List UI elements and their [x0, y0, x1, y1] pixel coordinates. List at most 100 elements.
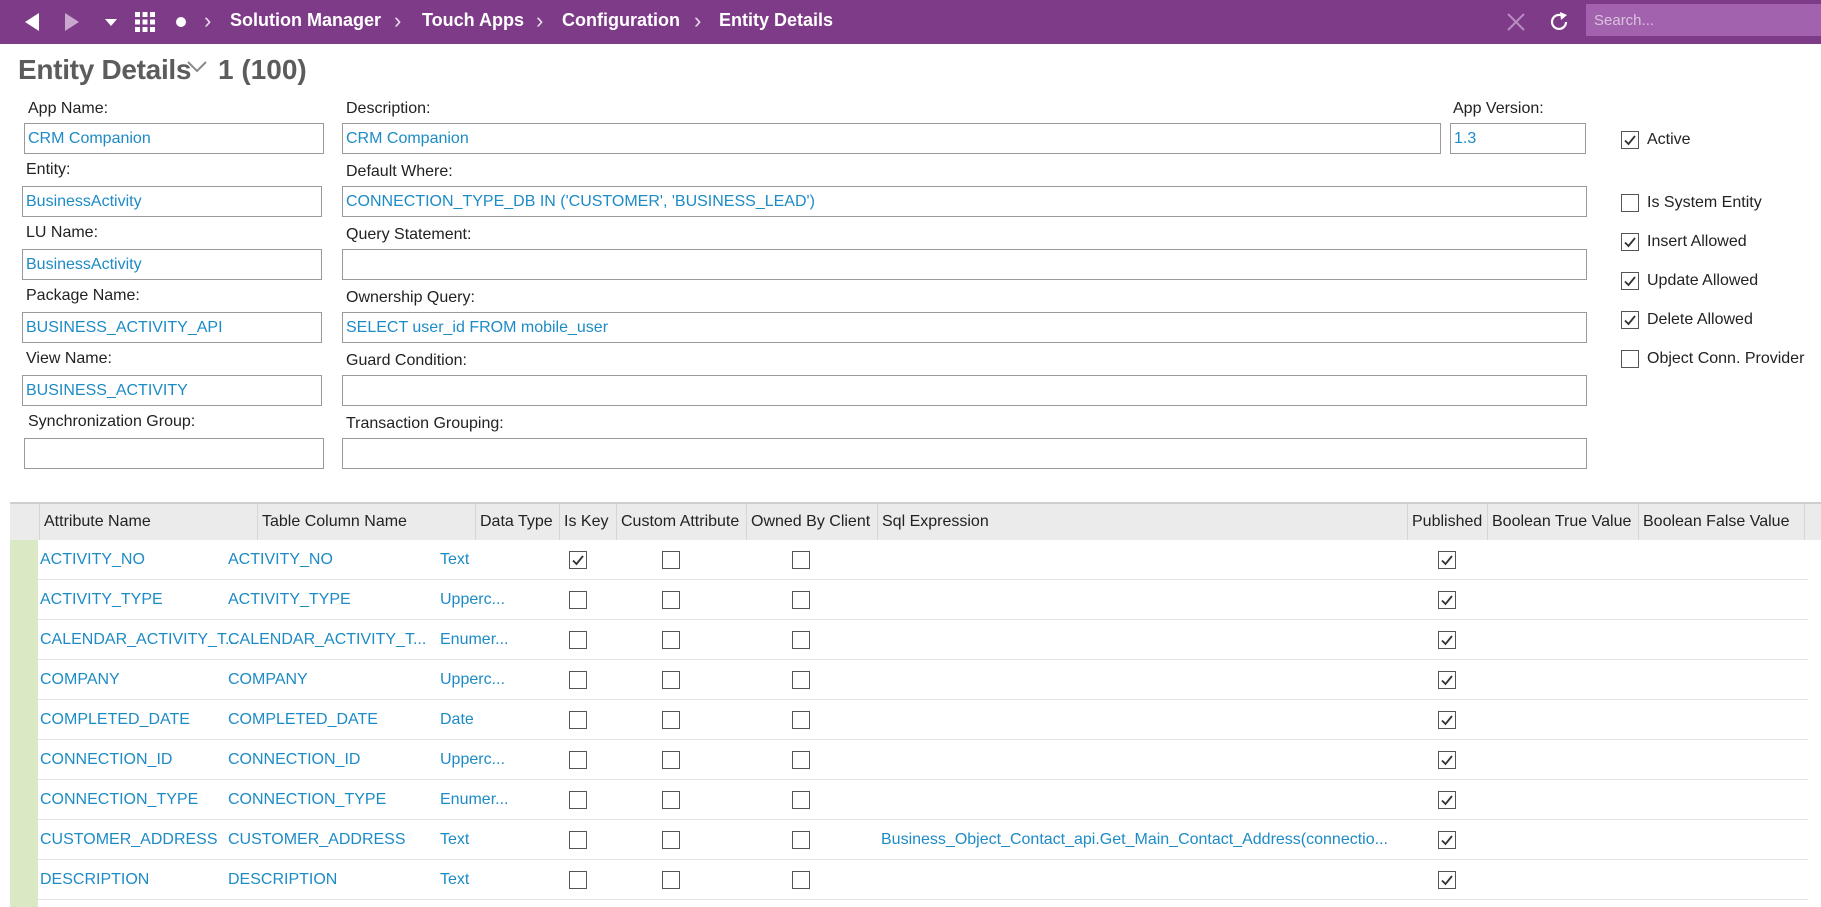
breadcrumb-touch-apps[interactable]: Touch Apps — [422, 10, 524, 31]
published-checkbox[interactable] — [1438, 671, 1456, 689]
published-checkbox[interactable] — [1438, 551, 1456, 569]
app-version-field[interactable]: 1.3 — [1450, 123, 1586, 154]
published-checkbox[interactable] — [1438, 871, 1456, 889]
insert-allowed-checkbox[interactable] — [1621, 233, 1639, 251]
is-key-checkbox[interactable] — [569, 871, 587, 889]
cell-sql-expression — [881, 700, 1401, 739]
table-row[interactable]: CONNECTION_TYPE CONNECTION_TYPE Enumer... — [38, 780, 1808, 820]
custom-attribute-checkbox[interactable] — [662, 711, 680, 729]
history-dropdown-icon[interactable] — [100, 0, 122, 44]
cell-sql-expression — [881, 860, 1401, 899]
is-key-checkbox[interactable] — [569, 791, 587, 809]
row-selector-header[interactable] — [10, 504, 40, 540]
custom-attribute-checkbox[interactable] — [662, 671, 680, 689]
column-header-sql-expression[interactable]: Sql Expression — [878, 504, 1408, 540]
owned-by-client-checkbox[interactable] — [792, 871, 810, 889]
is-key-checkbox[interactable] — [569, 711, 587, 729]
owned-by-client-checkbox[interactable] — [792, 631, 810, 649]
custom-attribute-checkbox[interactable] — [662, 551, 680, 569]
cell-table-column-name: DESCRIPTION — [228, 871, 338, 888]
table-row[interactable]: CALENDAR_ACTIVITY_T... CALENDAR_ACTIVITY_… — [38, 620, 1808, 660]
default-where-field[interactable]: CONNECTION_TYPE_DB IN ('CUSTOMER', 'BUSI… — [342, 186, 1587, 217]
breadcrumb-solution-manager[interactable]: Solution Manager — [230, 10, 381, 31]
published-checkbox[interactable] — [1438, 831, 1456, 849]
published-checkbox[interactable] — [1438, 711, 1456, 729]
custom-attribute-checkbox[interactable] — [662, 791, 680, 809]
published-checkbox[interactable] — [1438, 791, 1456, 809]
chevron-down-icon[interactable] — [186, 60, 208, 79]
is-system-entity-checkbox[interactable] — [1621, 194, 1639, 212]
refresh-icon[interactable] — [1544, 0, 1574, 44]
custom-attribute-checkbox[interactable] — [662, 871, 680, 889]
owned-by-client-checkbox[interactable] — [792, 591, 810, 609]
guard-condition-field[interactable] — [342, 375, 1587, 406]
published-checkbox[interactable] — [1438, 631, 1456, 649]
table-row[interactable]: COMPLETED_DATE COMPLETED_DATE Date — [38, 700, 1808, 740]
breadcrumb-configuration[interactable]: Configuration — [562, 10, 680, 31]
cell-data-type: Text — [440, 831, 470, 848]
table-row[interactable]: ACTIVITY_NO ACTIVITY_NO Text — [38, 540, 1808, 580]
published-checkbox[interactable] — [1438, 591, 1456, 609]
ownership-query-field[interactable]: SELECT user_id FROM mobile_user — [342, 312, 1587, 343]
ownership-query-label: Ownership Query: — [346, 289, 475, 306]
package-name-field[interactable]: BUSINESS_ACTIVITY_API — [22, 312, 322, 343]
checkmark-icon — [1441, 835, 1453, 846]
is-key-checkbox[interactable] — [569, 591, 587, 609]
back-icon[interactable] — [14, 0, 50, 44]
custom-attribute-checkbox[interactable] — [662, 831, 680, 849]
view-name-field[interactable]: BUSINESS_ACTIVITY — [22, 375, 322, 406]
table-row[interactable]: COMPANY COMPANY Upperc... — [38, 660, 1808, 700]
custom-attribute-checkbox[interactable] — [662, 631, 680, 649]
column-header-data-type[interactable]: Data Type — [476, 504, 560, 540]
is-key-checkbox[interactable] — [569, 831, 587, 849]
query-statement-field[interactable] — [342, 249, 1587, 280]
cell-table-column-name: ACTIVITY_NO — [228, 551, 333, 568]
object-conn-provider-checkbox[interactable] — [1621, 350, 1639, 368]
checkmark-icon — [1624, 237, 1636, 248]
app-version-label: App Version: — [1453, 100, 1544, 117]
column-header-attribute-name[interactable]: Attribute Name — [40, 504, 258, 540]
forward-icon[interactable] — [54, 0, 90, 44]
description-field[interactable]: CRM Companion — [342, 123, 1441, 154]
update-allowed-label: Update Allowed — [1647, 272, 1759, 289]
custom-attribute-checkbox[interactable] — [662, 591, 680, 609]
cell-table-column-name: ACTIVITY_TYPE — [228, 591, 351, 608]
chevron-right-icon: › — [694, 8, 702, 33]
owned-by-client-checkbox[interactable] — [792, 711, 810, 729]
transaction-grouping-field[interactable] — [342, 438, 1587, 469]
update-allowed-checkbox[interactable] — [1621, 272, 1639, 290]
is-key-checkbox[interactable] — [569, 751, 587, 769]
table-row[interactable]: CONNECTION_ID CONNECTION_ID Upperc... — [38, 740, 1808, 780]
column-header-published[interactable]: Published — [1408, 504, 1488, 540]
table-row[interactable]: CUSTOMER_ADDRESS CUSTOMER_ADDRESS Text Busi… — [38, 820, 1808, 860]
close-icon[interactable] — [1502, 0, 1530, 44]
app-grid-icon[interactable] — [132, 0, 158, 44]
is-key-checkbox[interactable] — [569, 551, 587, 569]
table-row[interactable]: ACTIVITY_TYPE ACTIVITY_TYPE Upperc... — [38, 580, 1808, 620]
owned-by-client-checkbox[interactable] — [792, 791, 810, 809]
delete-allowed-checkbox[interactable] — [1621, 311, 1639, 329]
search-input[interactable] — [1586, 4, 1821, 36]
cell-data-type: Date — [440, 711, 474, 728]
column-header-boolean-true-value[interactable]: Boolean True Value — [1488, 504, 1639, 540]
sync-group-field[interactable] — [24, 438, 324, 469]
column-header-boolean-false-value[interactable]: Boolean False Value — [1639, 504, 1805, 540]
owned-by-client-checkbox[interactable] — [792, 831, 810, 849]
column-header-table-column-name[interactable]: Table Column Name — [258, 504, 476, 540]
app-name-field[interactable]: CRM Companion — [24, 123, 324, 154]
column-header-owned-by-client[interactable]: Owned By Client — [747, 504, 878, 540]
owned-by-client-checkbox[interactable] — [792, 551, 810, 569]
column-header-is-key[interactable]: Is Key — [560, 504, 617, 540]
published-checkbox[interactable] — [1438, 751, 1456, 769]
table-row[interactable]: DESCRIPTION DESCRIPTION Text — [38, 860, 1808, 900]
home-dot-icon[interactable] — [172, 0, 190, 44]
active-checkbox[interactable] — [1621, 131, 1639, 149]
column-header-custom-attribute[interactable]: Custom Attribute — [617, 504, 747, 540]
owned-by-client-checkbox[interactable] — [792, 671, 810, 689]
is-key-checkbox[interactable] — [569, 671, 587, 689]
entity-field[interactable]: BusinessActivity — [22, 186, 322, 217]
lu-name-field[interactable]: BusinessActivity — [22, 249, 322, 280]
is-key-checkbox[interactable] — [569, 631, 587, 649]
owned-by-client-checkbox[interactable] — [792, 751, 810, 769]
custom-attribute-checkbox[interactable] — [662, 751, 680, 769]
